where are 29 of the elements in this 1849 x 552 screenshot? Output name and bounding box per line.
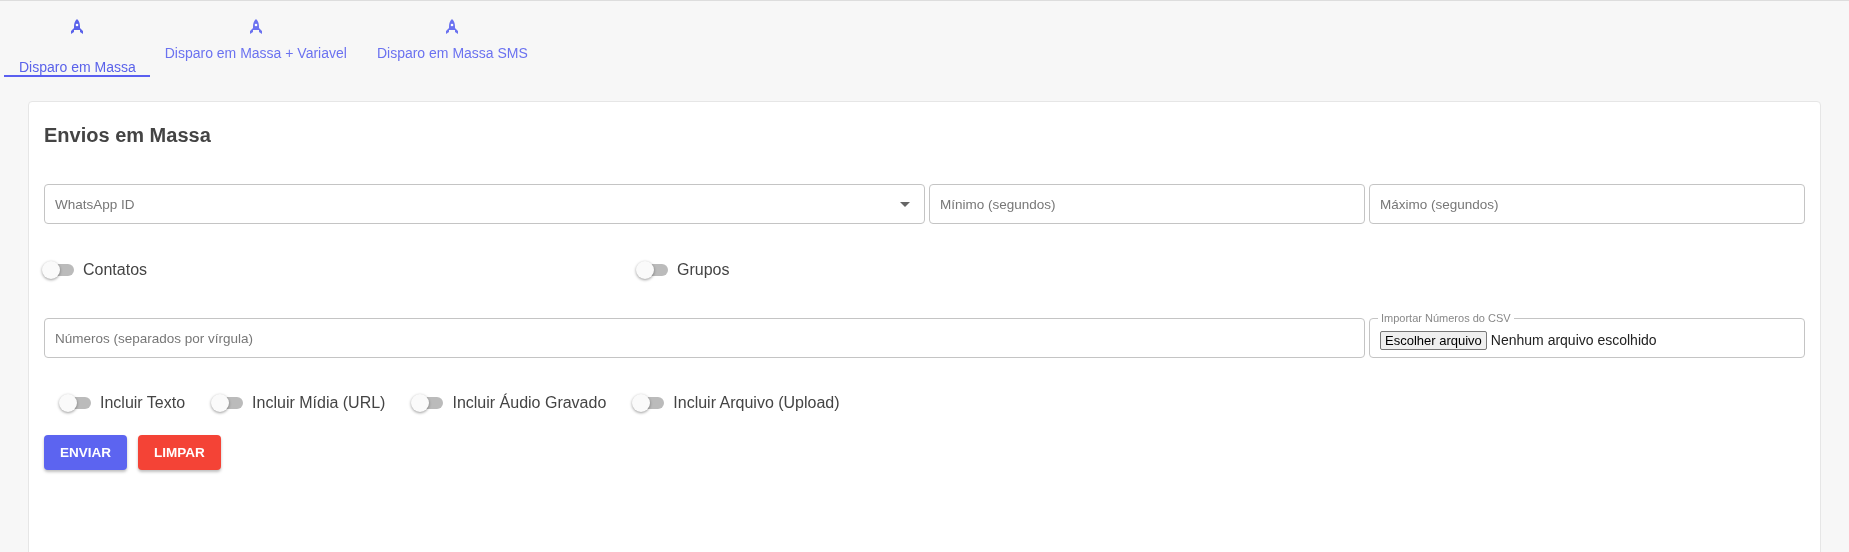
card-title: Envios em Massa (44, 124, 212, 147)
tab[interactable]: Disparo em Massa + Variavel (149, 1, 362, 77)
toggle-label: Incluir Áudio Gravado (452, 394, 607, 412)
input-field[interactable]: Números (separados por vírgula) (44, 318, 1365, 358)
toggle-label: Grupos (677, 261, 730, 279)
action-button[interactable]: ENVIAR (44, 435, 127, 470)
select-field[interactable]: WhatsApp ID (44, 184, 925, 224)
dropdown-caret-icon (900, 201, 910, 207)
toggle-switch[interactable] (634, 397, 665, 409)
toggle-label: Contatos (83, 261, 148, 279)
field-label: Importar Números do CSV (1378, 311, 1514, 325)
toggle-label: Incluir Texto (100, 394, 186, 412)
input-field[interactable]: Máximo (segundos) (1369, 184, 1805, 224)
rocket-icon (70, 19, 85, 35)
input-field[interactable]: Mínimo (segundos) (929, 184, 1365, 224)
toggle-switch[interactable] (638, 264, 668, 276)
rocket-icon (445, 19, 460, 35)
rocket-icon (248, 19, 263, 35)
toggle-switch[interactable] (61, 397, 91, 409)
action-button[interactable]: LIMPAR (138, 435, 221, 470)
choose-file-button[interactable]: Escolher arquivo (1380, 330, 1487, 350)
tab[interactable]: Disparo em Massa SMS (361, 1, 543, 77)
file-status: Nenhum arquivo escolhido (1490, 332, 1657, 348)
toggle-label: Incluir Mídia (URL) (252, 394, 386, 412)
tab[interactable]: Disparo em Massa (4, 1, 150, 77)
toggle-switch[interactable] (44, 264, 74, 276)
toggle-switch[interactable] (413, 397, 444, 409)
toggle-label: Incluir Arquivo (Upload) (673, 394, 840, 412)
toggle-switch[interactable] (213, 397, 244, 409)
